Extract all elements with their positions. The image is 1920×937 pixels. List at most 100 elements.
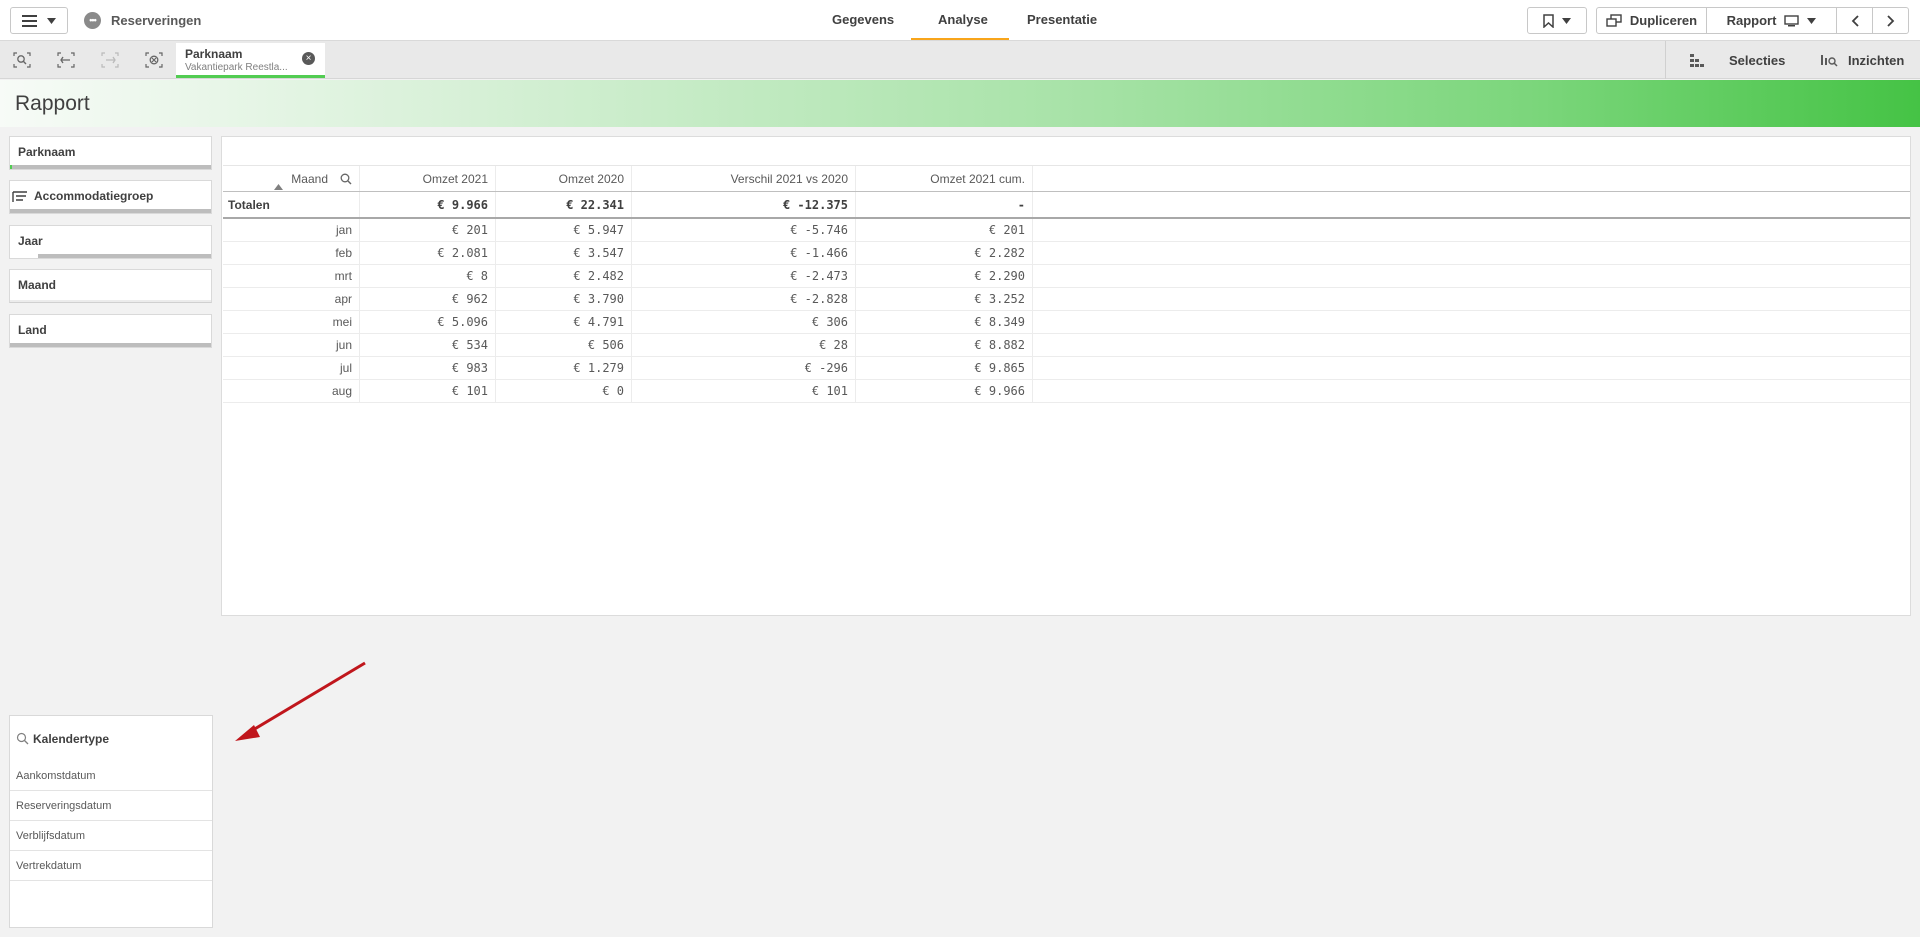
step-back-button[interactable]: [56, 50, 76, 70]
table-cell: € -2.473: [632, 265, 856, 287]
selection-state-bar: [10, 165, 211, 169]
tab-gegevens[interactable]: Gegevens: [832, 12, 894, 27]
sheet-menu-button[interactable]: Rapport: [1707, 8, 1837, 33]
table-row: jun € 534 € 506 € 28 € 8.882: [223, 334, 1910, 357]
filter-label: Parknaam: [18, 145, 76, 159]
list-item[interactable]: Reserveringsdatum: [10, 791, 212, 821]
table-cell-month[interactable]: jun: [223, 334, 360, 356]
chip-field-label: Parknaam: [185, 47, 243, 61]
active-tab-indicator: [911, 38, 1009, 40]
sheet-actions-group: Dupliceren Rapport: [1596, 7, 1909, 34]
previous-sheet-button[interactable]: [1837, 8, 1873, 33]
app-icon: •••: [84, 12, 101, 29]
table-cell-month[interactable]: mrt: [223, 265, 360, 287]
selected-segment: [10, 165, 12, 169]
filter-label: Land: [18, 323, 47, 337]
selection-state-bar: [10, 343, 211, 347]
table-cell: € 4.791: [496, 311, 632, 333]
table-cell: € 9.966: [360, 192, 496, 217]
filter-accommodatiegroep[interactable]: Accommodatiegroep: [9, 180, 212, 214]
global-menu-button[interactable]: [10, 7, 68, 34]
app-title: Reserveringen: [111, 13, 202, 28]
table-cell: € 9.966: [856, 380, 1033, 402]
chevron-left-icon: [1851, 14, 1859, 27]
sort-ascending-icon: [274, 184, 283, 190]
selections-bar: Parknaam Vakantiepark Reestla... × Selec…: [0, 41, 1920, 79]
smart-search-button[interactable]: [12, 50, 32, 70]
table-row: mei € 5.096 € 4.791 € 306 € 8.349: [223, 311, 1910, 334]
drill-down-icon: [12, 191, 27, 202]
column-header-maand[interactable]: Maand: [223, 166, 360, 191]
table-cell: € 3.252: [856, 288, 1033, 310]
divider: [1665, 41, 1666, 79]
sheet-title: Rapport: [15, 92, 90, 115]
column-header-omzet-cum[interactable]: Omzet 2021 cum.: [856, 166, 1033, 191]
tab-presentatie[interactable]: Presentatie: [1027, 12, 1097, 27]
filter-label: Jaar: [18, 234, 43, 248]
table-cell: € 201: [856, 219, 1033, 241]
hamburger-icon: [22, 14, 37, 27]
table-cell-month[interactable]: apr: [223, 288, 360, 310]
table-cell: € 5.947: [496, 219, 632, 241]
filter-maand[interactable]: Maand: [9, 269, 212, 303]
next-sheet-button[interactable]: [1873, 8, 1908, 33]
table-cell: € 8: [360, 265, 496, 287]
table-cell: € 3.547: [496, 242, 632, 264]
table-cell-month[interactable]: jan: [223, 219, 360, 241]
bookmark-icon: [1543, 13, 1554, 28]
list-item[interactable]: Verblijfsdatum: [10, 821, 212, 851]
caret-down-icon: [1562, 17, 1571, 24]
selected-segment: [10, 254, 39, 258]
table-cell: € -2.828: [632, 288, 856, 310]
table-row: apr € 962 € 3.790 € -2.828 € 3.252: [223, 288, 1910, 311]
step-forward-icon: [101, 52, 119, 68]
table-cell-month[interactable]: mei: [223, 311, 360, 333]
insights-button[interactable]: Inzichten: [1820, 41, 1904, 79]
filter-jaar[interactable]: Jaar: [9, 225, 212, 259]
table-cell: -: [856, 192, 1033, 217]
table-cell: € -12.375: [632, 192, 856, 217]
step-forward-button[interactable]: [100, 50, 120, 70]
filter-land[interactable]: Land: [9, 314, 212, 348]
list-item[interactable]: Aankomstdatum: [10, 761, 212, 791]
table-cell: € 2.482: [496, 265, 632, 287]
table-cell-month[interactable]: feb: [223, 242, 360, 264]
selections-label: Selecties: [1729, 52, 1786, 68]
column-header-verschil[interactable]: Verschil 2021 vs 2020: [632, 166, 856, 191]
table-cell-month[interactable]: jul: [223, 357, 360, 379]
search-icon[interactable]: [16, 732, 29, 745]
selection-chip-parknaam[interactable]: Parknaam Vakantiepark Reestla... ×: [176, 43, 325, 78]
table-cell: € 201: [360, 219, 496, 241]
table-cell-month[interactable]: aug: [223, 380, 360, 402]
selection-state-bar: [10, 209, 211, 213]
table-cell: € 8.349: [856, 311, 1033, 333]
table-header-row: Maand Omzet 2021 Omzet 2020 Verschil 202…: [223, 165, 1910, 192]
table-cell: € 2.081: [360, 242, 496, 264]
search-icon[interactable]: [340, 173, 352, 185]
table-cell: € -296: [632, 357, 856, 379]
data-table: Maand Omzet 2021 Omzet 2020 Verschil 202…: [223, 165, 1910, 403]
selections-tool-button[interactable]: Selecties: [1689, 41, 1785, 79]
column-header-omzet-2020[interactable]: Omzet 2020: [496, 166, 632, 191]
table-cell: € -1.466: [632, 242, 856, 264]
list-item[interactable]: Vertrekdatum: [10, 851, 212, 881]
table-row: mrt € 8 € 2.482 € -2.473 € 2.290: [223, 265, 1910, 288]
table-cell: € 1.279: [496, 357, 632, 379]
selection-state-bar: [10, 254, 211, 258]
sheet-menu-label: Rapport: [1726, 13, 1777, 28]
duplicate-button[interactable]: Dupliceren: [1597, 8, 1707, 33]
table-cell: € 5.096: [360, 311, 496, 333]
tab-analyse[interactable]: Analyse: [938, 12, 988, 27]
selection-state-bar: [10, 300, 211, 302]
filter-parknaam[interactable]: Parknaam: [9, 136, 212, 170]
table-cell: € 22.341: [496, 192, 632, 217]
table-row: feb € 2.081 € 3.547 € -1.466 € 2.282: [223, 242, 1910, 265]
column-header-omzet-2021[interactable]: Omzet 2021: [360, 166, 496, 191]
listbox-title: Kalendertype: [33, 732, 110, 746]
clear-all-selections-button[interactable]: [144, 50, 164, 70]
annotation-arrow: [235, 661, 366, 741]
bookmarks-button[interactable]: [1527, 7, 1587, 34]
close-icon[interactable]: ×: [302, 52, 315, 65]
caret-down-icon: [1807, 17, 1817, 24]
sheet-icon: [1784, 14, 1800, 26]
